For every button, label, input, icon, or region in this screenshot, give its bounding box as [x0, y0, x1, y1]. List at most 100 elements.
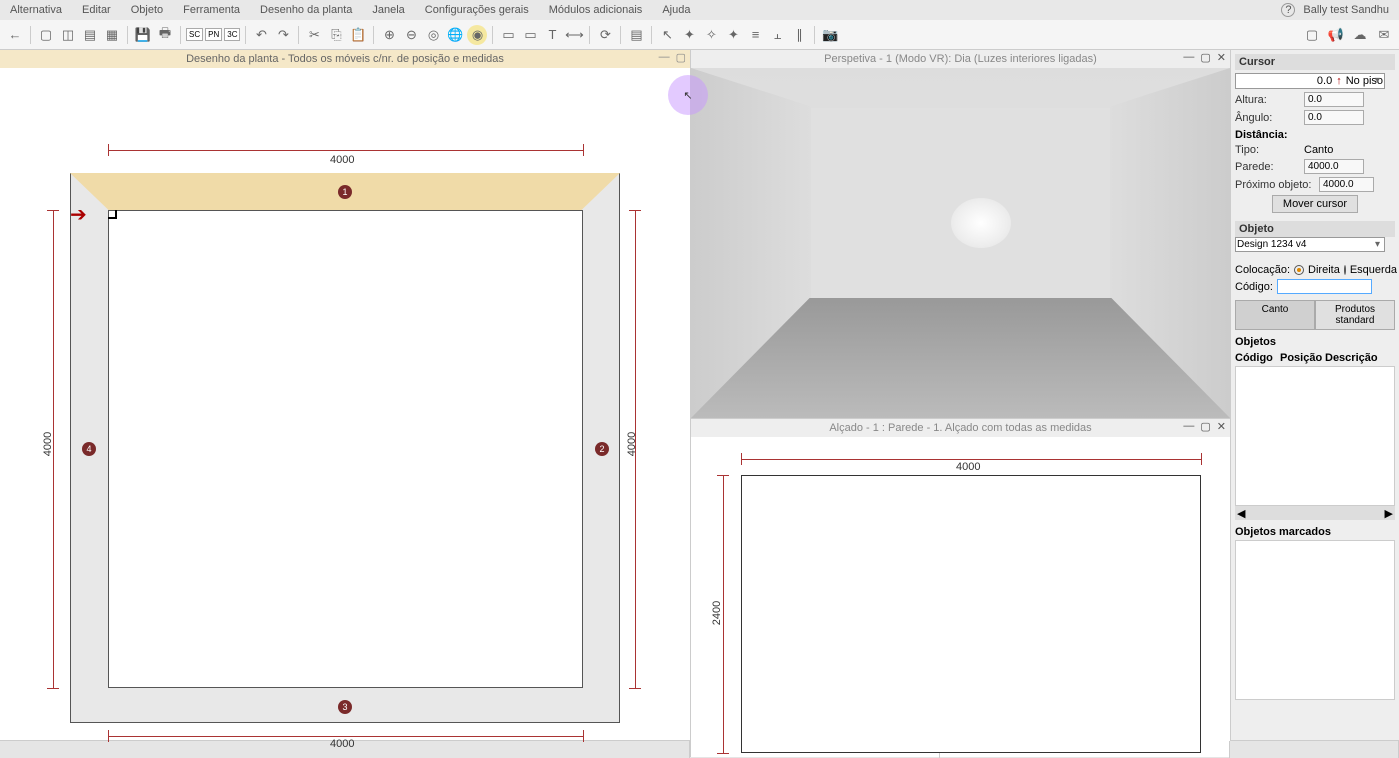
window-icon[interactable]: ▢	[1302, 25, 1322, 45]
menu-config[interactable]: Configurações gerais	[425, 4, 529, 16]
menu-ferramenta[interactable]: Ferramenta	[183, 4, 240, 16]
tab-produtos[interactable]: Produtos standard	[1315, 300, 1395, 330]
mail-icon[interactable]: ✉	[1374, 25, 1394, 45]
middle-column: Perspetiva - 1 (Modo VR): Dia (Luzes int…	[690, 50, 1230, 740]
cursor-corner-marker	[108, 210, 117, 219]
perspective-title-text: Perspetiva - 1 (Modo VR): Dia (Luzes int…	[824, 53, 1097, 65]
tipo-label: Tipo:	[1235, 144, 1300, 156]
cloud-icon[interactable]: ☁	[1350, 25, 1370, 45]
dimension-icon[interactable]: ⟷	[564, 25, 584, 45]
parede-label: Parede:	[1235, 161, 1300, 173]
layout-2-icon[interactable]: ◫	[58, 25, 78, 45]
copy-icon[interactable]: ⎘	[326, 25, 346, 45]
menu-alternativa[interactable]: Alternativa	[10, 4, 62, 16]
menu-modulos[interactable]: Módulos adicionais	[549, 4, 643, 16]
elev-close-icon[interactable]: ✕	[1217, 420, 1226, 433]
zoom-icon[interactable]: ⊕	[379, 25, 399, 45]
elev-minimize-icon[interactable]: —	[1183, 420, 1194, 433]
snap-3-icon[interactable]: ✦	[723, 25, 743, 45]
pn-button[interactable]: PN	[205, 28, 222, 41]
highlight-icon[interactable]: ◉	[467, 25, 487, 45]
rotate-icon[interactable]: ⟳	[595, 25, 615, 45]
elevation-canvas[interactable]: 4000 2400	[691, 437, 1230, 757]
layout-1-icon[interactable]: ▢	[36, 25, 56, 45]
tab-canto[interactable]: Canto	[1235, 300, 1315, 330]
parede-input[interactable]	[1304, 159, 1364, 174]
main-toolbar: ← ▢ ◫ ▤ ▦ 💾 🖶 SC PN 3C ↶ ↷ ✂ ⎘ 📋 ⊕ ⊖ ◎ 🌐…	[0, 20, 1399, 50]
menu-objeto[interactable]: Objeto	[131, 4, 163, 16]
print-icon[interactable]: 🖶	[155, 25, 175, 45]
codigo-input[interactable]	[1277, 279, 1372, 294]
angulo-label: Ângulo:	[1235, 112, 1300, 124]
elevation-wall-rect	[741, 475, 1201, 753]
persp-close-icon[interactable]: ✕	[1217, 51, 1226, 64]
wall-badge-3[interactable]: 3	[338, 700, 352, 714]
menu-ajuda[interactable]: Ajuda	[662, 4, 690, 16]
persp-minimize-icon[interactable]: —	[1183, 51, 1194, 64]
objetos-list[interactable]	[1235, 366, 1395, 506]
menu-editar[interactable]: Editar	[82, 4, 111, 16]
paste-icon[interactable]: 📋	[348, 25, 368, 45]
3c-button[interactable]: 3C	[224, 28, 240, 41]
snap-2-icon[interactable]: ✧	[701, 25, 721, 45]
back-icon[interactable]: ←	[5, 25, 25, 45]
cursor-position-select[interactable]: 0.0 ↑ No piso	[1235, 73, 1385, 89]
redo-icon[interactable]: ↷	[273, 25, 293, 45]
text-icon[interactable]: T	[542, 25, 562, 45]
note-icon[interactable]: ▭	[498, 25, 518, 45]
elev-maximize-icon[interactable]: ▢	[1200, 420, 1210, 433]
properties-panel: Cursor 0.0 ↑ No piso Altura: Ângulo: Dis…	[1230, 50, 1399, 740]
zoom-fit-icon[interactable]: ◎	[423, 25, 443, 45]
minimize-icon[interactable]: —	[659, 51, 670, 64]
dim-left: 4000	[42, 432, 54, 456]
snap-6-icon[interactable]: ∥	[789, 25, 809, 45]
calc-icon[interactable]: ▤	[626, 25, 646, 45]
zoom-out-icon[interactable]: ⊖	[401, 25, 421, 45]
globe-icon[interactable]: 🌐	[445, 25, 465, 45]
plan-title-bar: Desenho da planta - Todos os móveis c/nr…	[0, 50, 690, 68]
workspace: Desenho da planta - Todos os móveis c/nr…	[0, 50, 1399, 740]
plan-title-text: Desenho da planta - Todos os móveis c/nr…	[186, 53, 504, 65]
angulo-input[interactable]	[1304, 110, 1364, 125]
direita-radio[interactable]	[1294, 265, 1304, 275]
snap-1-icon[interactable]: ✦	[679, 25, 699, 45]
snap-4-icon[interactable]: ≡	[745, 25, 765, 45]
layout-4-icon[interactable]: ▦	[102, 25, 122, 45]
cursor-section-header: Cursor	[1235, 54, 1395, 70]
colocacao-label: Colocação:	[1235, 264, 1290, 276]
wall-badge-1[interactable]: 1	[338, 185, 352, 199]
altura-input[interactable]	[1304, 92, 1364, 107]
marcados-header: Objetos marcados	[1235, 526, 1395, 538]
maximize-icon[interactable]: ▢	[676, 51, 686, 64]
cursor-arrow-marker: ➔	[70, 202, 87, 227]
mouse-cursor-highlight: ↖	[668, 75, 708, 115]
menu-janela[interactable]: Janela	[372, 4, 404, 16]
sc-button[interactable]: SC	[186, 28, 203, 41]
marcados-list[interactable]	[1235, 540, 1395, 700]
undo-icon[interactable]: ↶	[251, 25, 271, 45]
perspective-canvas[interactable]	[691, 68, 1230, 418]
objeto-select[interactable]: Design 1234 v4	[1235, 237, 1385, 252]
objeto-section-header: Objeto	[1235, 221, 1395, 237]
save-icon[interactable]: 💾	[133, 25, 153, 45]
elevation-pane: Alçado - 1 : Parede - 1. Alçado com toda…	[690, 418, 1230, 757]
proximo-input[interactable]	[1319, 177, 1374, 192]
layout-3-icon[interactable]: ▤	[80, 25, 100, 45]
user-name[interactable]: Bally test Sandhu	[1303, 4, 1389, 16]
snap-5-icon[interactable]: ⫠	[767, 25, 787, 45]
persp-maximize-icon[interactable]: ▢	[1200, 51, 1210, 64]
elev-dim-h: 2400	[711, 601, 723, 625]
pointer-icon[interactable]: ↖	[657, 25, 677, 45]
menu-desenho[interactable]: Desenho da planta	[260, 4, 352, 16]
announce-icon[interactable]: 📢	[1326, 25, 1346, 45]
move-cursor-button[interactable]: Mover cursor	[1272, 195, 1358, 213]
help-icon[interactable]: ?	[1281, 3, 1295, 17]
camera-icon[interactable]: 📷	[820, 25, 840, 45]
cut-icon[interactable]: ✂	[304, 25, 324, 45]
wall-badge-2[interactable]: 2	[595, 442, 609, 456]
wall-badge-4[interactable]: 4	[82, 442, 96, 456]
esquerda-radio[interactable]	[1344, 265, 1346, 275]
tag-icon[interactable]: ▭	[520, 25, 540, 45]
plan-canvas[interactable]: 4000 4000 4000 4000 ➔ 1 2 3 4	[0, 68, 690, 728]
objetos-scrollbar[interactable]: ◀▶	[1235, 506, 1395, 520]
